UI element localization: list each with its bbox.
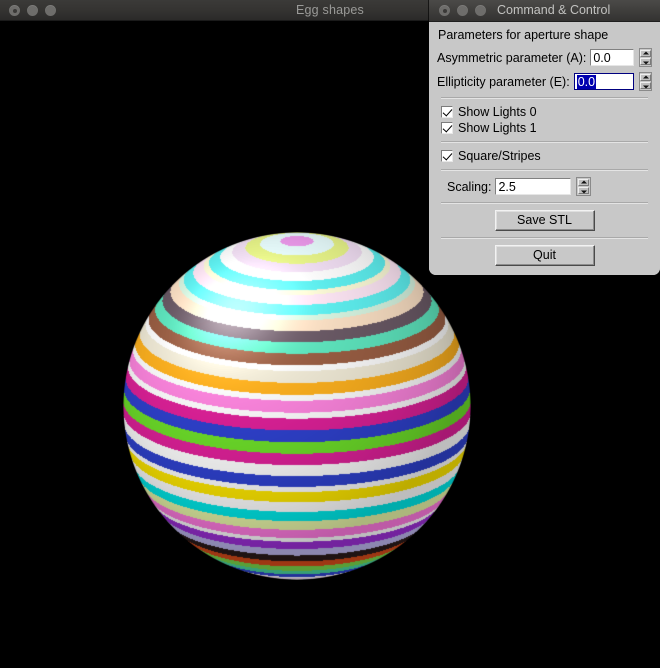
scaling-spinner[interactable] [576, 177, 592, 196]
asymmetric-parameter-value: 0.0 [593, 51, 611, 65]
minimize-button[interactable] [27, 5, 38, 16]
show-lights-1-label: Show Lights 1 [458, 121, 537, 135]
show-lights-1-checkbox[interactable] [441, 122, 453, 134]
panel-heading: Parameters for aperture shape [438, 28, 609, 42]
spinner-up-icon[interactable] [640, 50, 651, 57]
asymmetric-parameter-spinner[interactable] [639, 48, 652, 67]
square-stripes-checkbox[interactable] [441, 150, 453, 162]
scaling-value: 2.5 [498, 180, 516, 194]
ellipticity-parameter-label: Ellipticity parameter (E): [437, 74, 570, 89]
control-traffic-lights [439, 5, 486, 16]
ellipticity-parameter-row: Ellipticity parameter (E): 0.0 [437, 72, 652, 91]
close-button[interactable] [9, 5, 20, 16]
close-button[interactable] [439, 5, 450, 16]
scaling-row: Scaling: 2.5 [447, 177, 652, 196]
control-window-titlebar[interactable]: Command & Control [429, 0, 660, 22]
asymmetric-parameter-row: Asymmetric parameter (A): 0.0 [437, 48, 652, 67]
spinner-down-icon[interactable] [640, 82, 651, 89]
render-traffic-lights [9, 5, 56, 16]
divider [441, 169, 648, 171]
divider [441, 237, 648, 239]
quit-row: Quit [437, 245, 652, 266]
command-and-control-window: Command & Control Parameters for apertur… [429, 0, 660, 275]
square-stripes-row[interactable]: Square/Stripes [441, 149, 652, 163]
control-panel-body: Parameters for aperture shape Asymmetric… [429, 22, 660, 275]
scaling-label: Scaling: [447, 179, 492, 194]
square-stripes-label: Square/Stripes [458, 149, 541, 163]
spinner-up-icon[interactable] [640, 74, 651, 81]
save-stl-button[interactable]: Save STL [494, 210, 595, 231]
divider [441, 97, 648, 99]
spinner-up-icon[interactable] [578, 179, 590, 186]
show-lights-0-row[interactable]: Show Lights 0 [441, 105, 652, 119]
divider [441, 202, 648, 204]
control-window-title: Command & Control [497, 3, 611, 17]
scaling-input[interactable]: 2.5 [495, 178, 572, 195]
quit-button[interactable]: Quit [494, 245, 595, 266]
show-lights-0-checkbox[interactable] [441, 106, 453, 118]
save-stl-row: Save STL [437, 210, 652, 231]
show-lights-1-row[interactable]: Show Lights 1 [441, 121, 652, 135]
spinner-down-icon[interactable] [578, 187, 590, 194]
asymmetric-parameter-label: Asymmetric parameter (A): [437, 50, 587, 65]
zoom-button[interactable] [475, 5, 486, 16]
zoom-button[interactable] [45, 5, 56, 16]
striped-sphere [123, 232, 471, 580]
asymmetric-parameter-input[interactable]: 0.0 [590, 49, 634, 66]
ellipticity-parameter-input[interactable]: 0.0 [573, 73, 634, 90]
minimize-button[interactable] [457, 5, 468, 16]
show-lights-0-label: Show Lights 0 [458, 105, 537, 119]
spinner-down-icon[interactable] [640, 58, 651, 65]
ellipticity-parameter-spinner[interactable] [639, 72, 652, 91]
divider [441, 141, 648, 143]
ellipticity-parameter-value: 0.0 [576, 75, 597, 89]
